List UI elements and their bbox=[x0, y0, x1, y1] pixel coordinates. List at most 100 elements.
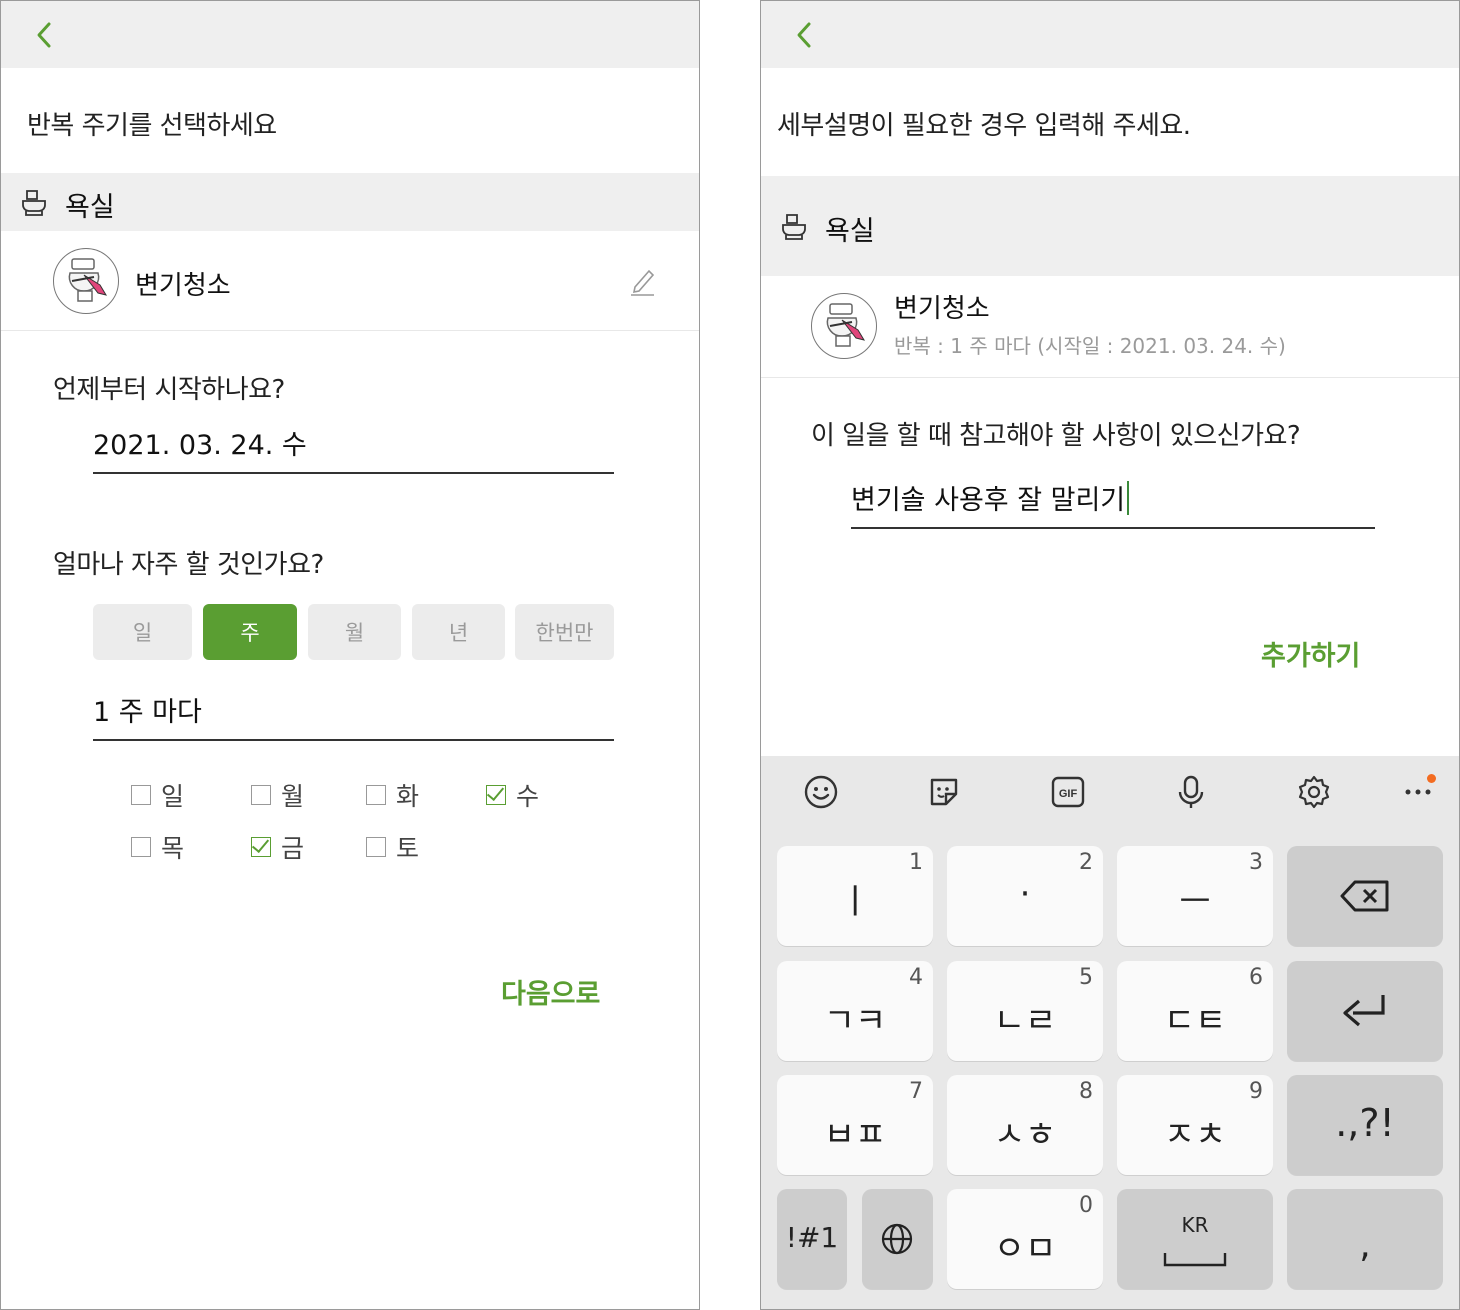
backspace-key[interactable] bbox=[1287, 846, 1443, 946]
day-label: 화 bbox=[396, 782, 420, 811]
key-7[interactable]: 7 ㅂㅍ bbox=[777, 1075, 933, 1175]
checkbox bbox=[131, 785, 151, 805]
key-glyph: ㅣ bbox=[839, 882, 871, 922]
note-input[interactable]: 변기솔 사용후 잘 말리기 bbox=[851, 471, 1375, 529]
emoji-icon[interactable] bbox=[801, 772, 841, 812]
checkbox bbox=[366, 837, 386, 857]
key-8[interactable]: 8 ㅅㅎ bbox=[947, 1075, 1103, 1175]
comma-key[interactable]: , bbox=[1287, 1189, 1443, 1289]
key-glyph: ㄷㅌ bbox=[1163, 1001, 1227, 1041]
key-glyph: .,?! bbox=[1335, 1101, 1395, 1145]
key-number: 8 bbox=[1079, 1079, 1093, 1104]
add-button[interactable]: 추가하기 bbox=[1261, 634, 1360, 673]
segment-week[interactable]: 주 bbox=[203, 604, 297, 660]
page-title: 반복 주기를 선택하세요 bbox=[27, 111, 277, 141]
language-key[interactable] bbox=[862, 1189, 933, 1289]
checkbox bbox=[251, 785, 271, 805]
key-6[interactable]: 6 ㄷㅌ bbox=[1117, 961, 1273, 1061]
gif-icon[interactable]: GIF bbox=[1048, 772, 1088, 812]
settings-icon[interactable] bbox=[1294, 772, 1334, 812]
task-name: 변기청소 bbox=[135, 271, 231, 301]
back-icon[interactable] bbox=[31, 19, 59, 51]
key-number: 5 bbox=[1079, 965, 1093, 990]
category-bar: 욕실 bbox=[1, 173, 699, 231]
key-glyph: , bbox=[1359, 1225, 1371, 1266]
enter-key[interactable] bbox=[1287, 961, 1443, 1061]
segment-year[interactable]: 년 bbox=[412, 604, 505, 660]
key-glyph: !#1 bbox=[785, 1221, 839, 1254]
start-date-value: 2021. 03. 24. 수 bbox=[93, 430, 307, 461]
key-glyph: ㅈㅊ bbox=[1163, 1115, 1227, 1155]
gif-label: GIF bbox=[1059, 788, 1078, 800]
key-1[interactable]: 1 ㅣ bbox=[777, 846, 933, 946]
key-glyph: ㅡ bbox=[1179, 882, 1211, 922]
microphone-icon[interactable] bbox=[1171, 772, 1211, 812]
key-glyph: ㅇㅁ bbox=[993, 1229, 1057, 1269]
keyboard: GIF 1 ㅣ 2 · 3 ㅡ 4 ㄱㅋ 5 ㄴㄹ 6 ㄷㅌ 7 ㅂㅍ 8 ㅅㅎ… bbox=[761, 756, 1459, 1309]
day-checkbox-mon[interactable]: 월 bbox=[251, 777, 304, 813]
key-2[interactable]: 2 · bbox=[947, 846, 1103, 946]
day-checkbox-fri[interactable]: 금 bbox=[251, 829, 304, 865]
note-question: 이 일을 할 때 참고해야 할 사항이 있으신가요? bbox=[811, 421, 1301, 451]
details-screen: 세부설명이 필요한 경우 입력해 주세요. 욕실 변기청소 반복 : 1 주 마… bbox=[760, 0, 1460, 1310]
backspace-icon bbox=[1340, 880, 1389, 912]
day-checkbox-thu[interactable]: 목 bbox=[131, 829, 184, 865]
category-label: 욕실 bbox=[65, 192, 115, 223]
space-key[interactable]: KR bbox=[1117, 1189, 1273, 1289]
key-glyph: ㅅㅎ bbox=[993, 1115, 1057, 1155]
day-checkbox-sat[interactable]: 토 bbox=[366, 829, 419, 865]
key-number: 3 bbox=[1249, 850, 1263, 875]
next-button[interactable]: 다음으로 bbox=[501, 972, 600, 1011]
key-0[interactable]: 0 ㅇㅁ bbox=[947, 1189, 1103, 1289]
day-checkbox-wed[interactable]: 수 bbox=[486, 777, 539, 813]
key-4[interactable]: 4 ㄱㅋ bbox=[777, 961, 933, 1061]
key-glyph: ㄴㄹ bbox=[993, 1001, 1057, 1041]
key-number: 1 bbox=[909, 850, 923, 875]
top-bar bbox=[761, 1, 1459, 68]
frequency-question: 얼마나 자주 할 것인가요? bbox=[53, 550, 324, 580]
key-number: 4 bbox=[909, 965, 923, 990]
key-number: 6 bbox=[1249, 965, 1263, 990]
day-label: 금 bbox=[281, 834, 305, 863]
segment-once[interactable]: 한번만 bbox=[515, 604, 614, 660]
day-label: 토 bbox=[396, 834, 420, 863]
segment-day[interactable]: 일 bbox=[93, 604, 192, 660]
divider bbox=[761, 377, 1459, 378]
key-number: 9 bbox=[1249, 1079, 1263, 1104]
sticker-icon[interactable] bbox=[924, 772, 964, 812]
punctuation-key[interactable]: .,?! bbox=[1287, 1075, 1443, 1175]
day-checkbox-sun[interactable]: 일 bbox=[131, 777, 184, 813]
repeat-cycle-screen: 반복 주기를 선택하세요 욕실 변기청소 언제부터 시작하나요? 2021. 0… bbox=[0, 0, 700, 1310]
day-label: 목 bbox=[161, 834, 185, 863]
day-checkbox-tue[interactable]: 화 bbox=[366, 777, 419, 813]
interval-field[interactable]: 1 주 마다 bbox=[93, 691, 614, 741]
segment-month[interactable]: 월 bbox=[308, 604, 401, 660]
start-question: 언제부터 시작하나요? bbox=[53, 375, 285, 405]
key-number: 2 bbox=[1079, 850, 1093, 875]
checkbox bbox=[131, 837, 151, 857]
keyboard-toolbar: GIF bbox=[761, 756, 1459, 826]
key-3[interactable]: 3 ㅡ bbox=[1117, 846, 1273, 946]
key-5[interactable]: 5 ㄴㄹ bbox=[947, 961, 1103, 1061]
key-9[interactable]: 9 ㅈㅊ bbox=[1117, 1075, 1273, 1175]
category-bar: 욕실 bbox=[761, 176, 1459, 276]
start-date-field[interactable]: 2021. 03. 24. 수 bbox=[93, 421, 614, 474]
repeat-info: 반복 : 1 주 마다 (시작일 : 2021. 03. 24. 수) bbox=[894, 334, 1286, 358]
back-icon[interactable] bbox=[791, 19, 819, 51]
top-bar bbox=[1, 1, 699, 68]
text-cursor bbox=[1127, 481, 1130, 515]
note-input-value: 변기솔 사용후 잘 말리기 bbox=[851, 478, 1130, 517]
edit-icon[interactable] bbox=[627, 265, 657, 297]
divider bbox=[1, 330, 699, 331]
checkbox-checked bbox=[251, 837, 271, 857]
interval-value: 1 주 마다 bbox=[93, 697, 202, 728]
bathroom-icon bbox=[19, 187, 49, 217]
day-label: 월 bbox=[281, 782, 305, 811]
day-label: 수 bbox=[516, 782, 540, 811]
space-bar-icon bbox=[1163, 1253, 1227, 1267]
day-label: 일 bbox=[161, 782, 185, 811]
symbols-key[interactable]: !#1 bbox=[777, 1189, 847, 1289]
key-glyph: · bbox=[1019, 874, 1031, 914]
notification-badge bbox=[1427, 774, 1436, 783]
toilet-cleaning-icon bbox=[811, 293, 877, 359]
